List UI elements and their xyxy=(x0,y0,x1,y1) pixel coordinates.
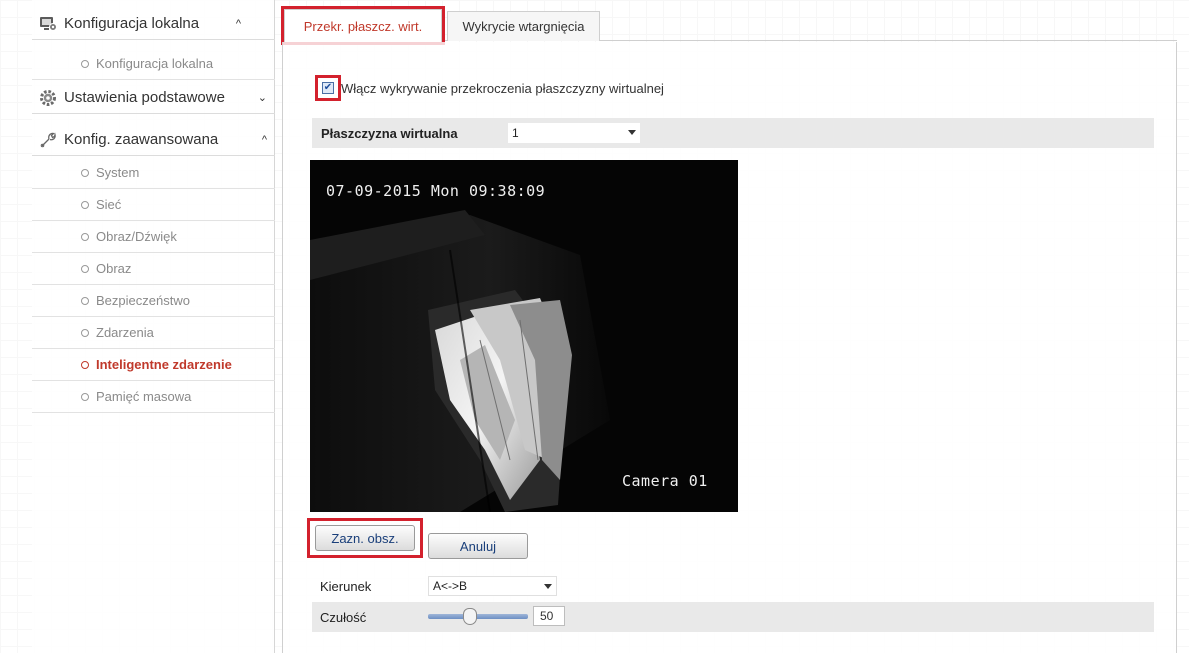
wrench-icon xyxy=(38,130,58,150)
sidebar-group-local-config[interactable]: Konfiguracja lokalna ^ xyxy=(32,8,275,40)
tab-label: Przekr. płaszcz. wirt. xyxy=(303,18,423,34)
sensitivity-value[interactable]: 50 xyxy=(533,606,565,626)
bullet-icon xyxy=(81,264,89,273)
sensitivity-slider-thumb[interactable] xyxy=(463,608,477,625)
bullet-icon xyxy=(81,168,89,177)
bullet-icon xyxy=(81,360,89,369)
cancel-button-label: Anuluj xyxy=(459,538,497,554)
sidebar-item-security[interactable]: Bezpieczeństwo xyxy=(32,285,275,317)
tab-intrusion-detection[interactable]: Wykrycie wtargnięcia xyxy=(447,11,600,41)
sidebar-group-label: Konfiguracja lokalna xyxy=(64,15,200,32)
enable-checkbox[interactable]: ✔ xyxy=(322,82,334,94)
sensitivity-label: Czułość xyxy=(320,609,367,625)
sidebar-item-label: Obraz/Dźwięk xyxy=(96,229,177,244)
chevron-down-icon: ⌄ xyxy=(257,92,267,104)
draw-area-button[interactable]: Zazn. obsz. xyxy=(315,525,415,551)
sidebar-item-local-config[interactable]: Konfiguracja lokalna xyxy=(32,48,275,80)
virtual-plane-select[interactable]: 1 xyxy=(508,123,640,143)
enable-line-crossing-row: ✔ Włącz wykrywanie przekroczenia płaszcz… xyxy=(315,75,664,101)
sensitivity-slider-track[interactable] xyxy=(428,614,528,619)
direction-select[interactable]: A<->B xyxy=(428,576,557,596)
computer-settings-icon xyxy=(38,14,58,34)
sidebar-item-label: Bezpieczeństwo xyxy=(96,293,190,308)
bullet-icon xyxy=(81,296,89,305)
direction-value: A<->B xyxy=(433,579,468,593)
bullet-icon xyxy=(81,328,89,337)
sidebar-item-label: Zdarzenia xyxy=(96,325,154,340)
sidebar-item-network[interactable]: Sieć xyxy=(32,189,275,221)
cancel-button[interactable]: Anuluj xyxy=(428,533,528,559)
direction-label: Kierunek xyxy=(320,579,372,594)
sidebar-item-label: Pamięć masowa xyxy=(96,389,192,404)
video-camera-name: Camera 01 xyxy=(622,472,708,490)
sidebar-group-label: Ustawienia podstawowe xyxy=(64,89,225,106)
live-video-preview[interactable]: 07-09-2015 Mon 09:38:09 Camera 01 xyxy=(310,160,738,512)
virtual-plane-row: Płaszczyzna wirtualna xyxy=(312,118,1154,148)
sidebar-item-label: Obraz xyxy=(96,261,132,276)
sidebar-item-label: Konfiguracja lokalna xyxy=(96,56,214,71)
dropdown-arrow-icon xyxy=(544,584,552,589)
sidebar-item-label: Sieć xyxy=(96,197,122,212)
dropdown-arrow-icon xyxy=(628,130,636,135)
sidebar-item-events[interactable]: Zdarzenia xyxy=(32,317,275,349)
camera-scene xyxy=(310,210,610,512)
draw-area-button-label: Zazn. obsz. xyxy=(331,530,399,546)
bullet-icon xyxy=(81,200,89,209)
sidebar-item-storage[interactable]: Pamięć masowa xyxy=(32,381,275,413)
sidebar-group-basic-settings[interactable]: Ustawienia podstawowe ⌄ xyxy=(32,82,275,114)
sidebar-item-image[interactable]: Obraz xyxy=(32,253,275,285)
sidebar: Konfiguracja lokalna ^ Konfiguracja loka… xyxy=(32,0,275,653)
bullet-icon xyxy=(81,59,89,68)
chevron-up-icon: ^ xyxy=(235,17,241,30)
tab-line-crossing[interactable]: Przekr. płaszcz. wirt. xyxy=(281,6,445,45)
virtual-plane-label: Płaszczyzna wirtualna xyxy=(321,125,458,141)
enable-checkbox-highlight: ✔ xyxy=(315,75,341,101)
virtual-plane-value: 1 xyxy=(512,126,519,140)
sidebar-item-video-audio[interactable]: Obraz/Dźwięk xyxy=(32,221,275,253)
chevron-up-icon: ^ xyxy=(261,133,267,146)
bullet-icon xyxy=(81,232,89,241)
sidebar-item-smart-event[interactable]: Inteligentne zdarzenie xyxy=(32,349,275,381)
tab-bar: Przekr. płaszcz. wirt. Wykrycie wtargnię… xyxy=(281,6,1177,45)
sidebar-group-label: Konfig. zaawansowana xyxy=(64,131,219,148)
sidebar-group-advanced-config[interactable]: Konfig. zaawansowana ^ xyxy=(32,124,275,156)
enable-label: Włącz wykrywanie przekroczenia płaszczyz… xyxy=(341,80,664,96)
sidebar-item-label: Inteligentne zdarzenie xyxy=(96,357,232,372)
video-timestamp: 07-09-2015 Mon 09:38:09 xyxy=(326,182,546,200)
bullet-icon xyxy=(81,392,89,401)
gear-icon xyxy=(38,88,58,108)
sidebar-item-system[interactable]: System xyxy=(32,157,275,189)
sidebar-item-label: System xyxy=(96,165,140,180)
tab-label: Wykrycie wtargnięcia xyxy=(462,19,585,34)
